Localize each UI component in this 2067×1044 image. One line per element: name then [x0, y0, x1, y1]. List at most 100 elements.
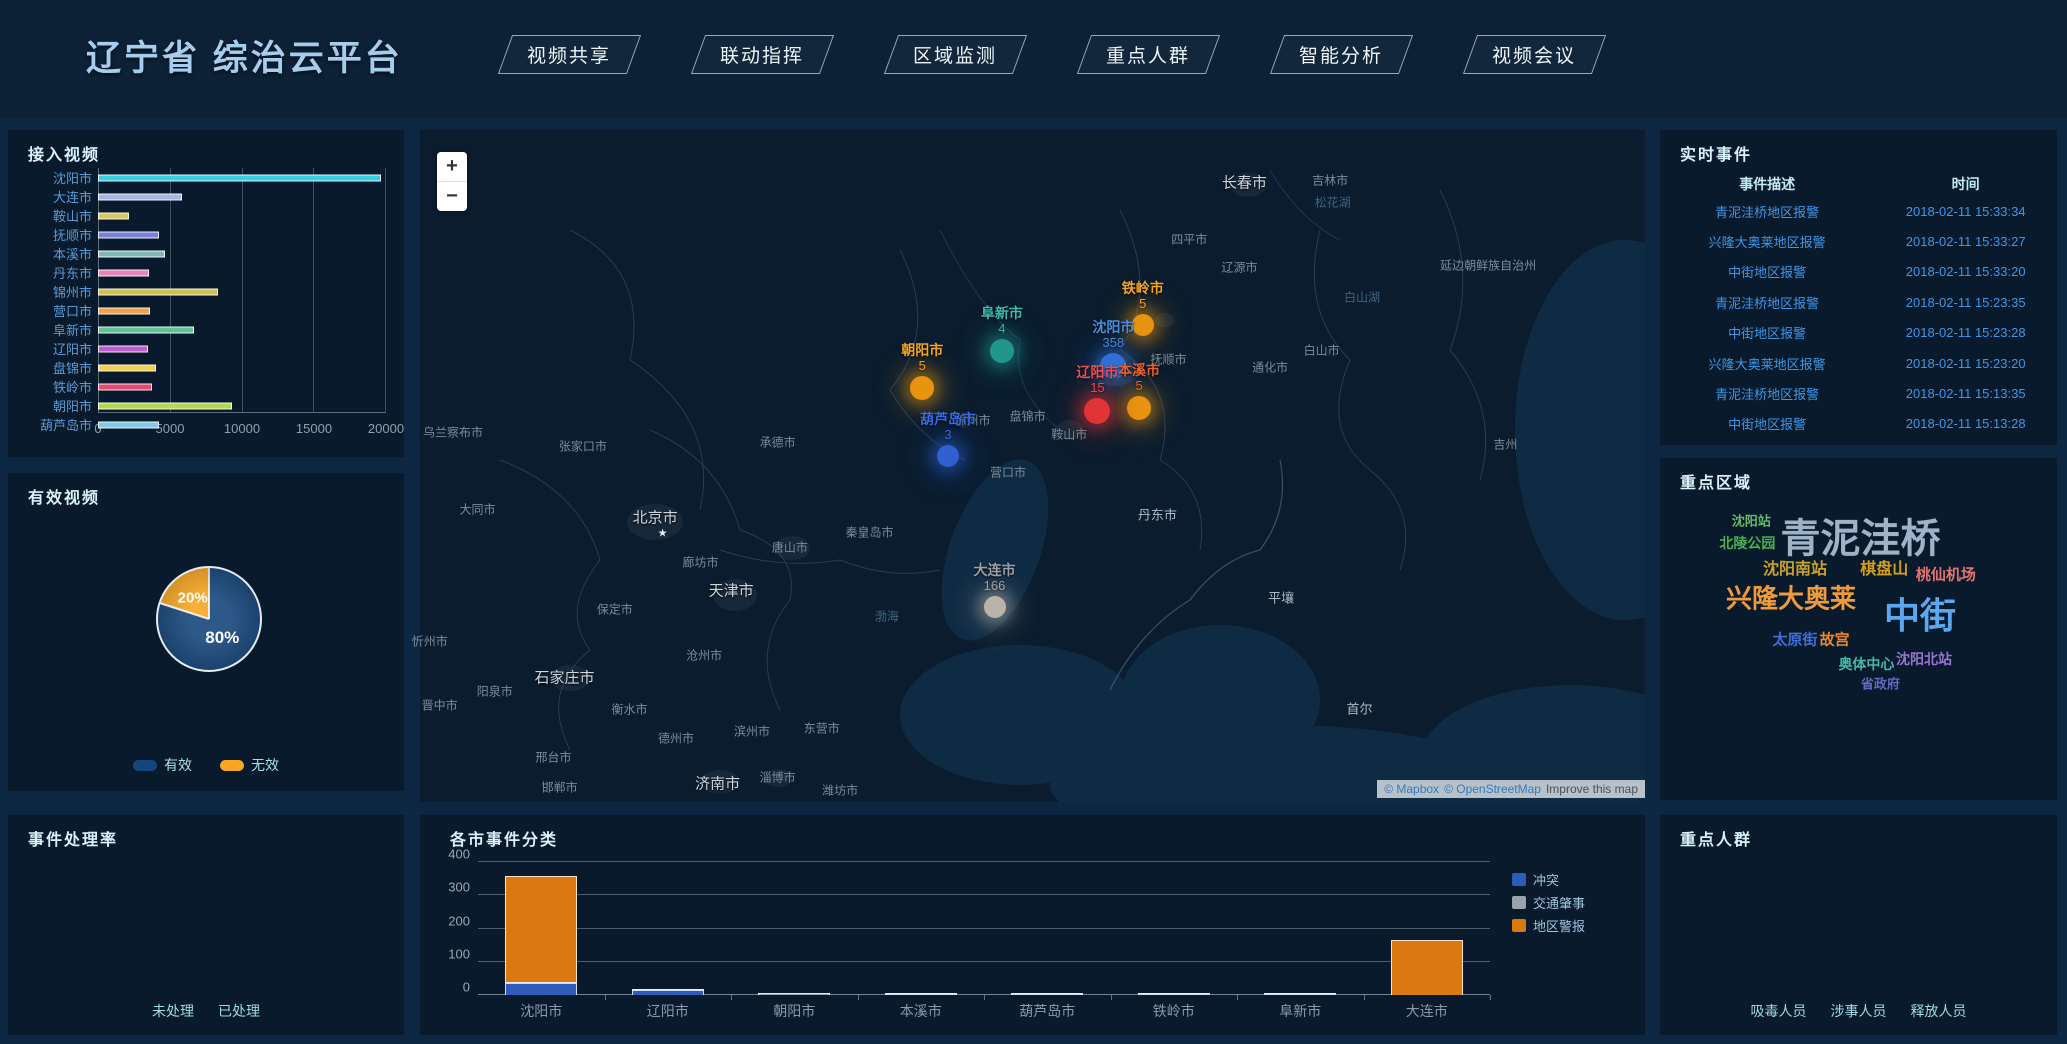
realtime-event-row: 兴隆大奥莱地区报警2018-02-11 15:23:20: [1660, 348, 2057, 378]
nav-button-label: 视频会议: [1492, 41, 1576, 68]
city-events-xtick: [1237, 995, 1238, 1000]
valid-video-title: 有效视频: [28, 484, 100, 508]
city-events-segment-交通肇事: [758, 993, 830, 995]
marker-city-name: 沈阳市: [1043, 320, 1183, 335]
city-events-segment-地区警报: [1391, 940, 1463, 995]
access-chart: 沈阳市大连市鞍山市抚顺市本溪市丹东市锦州市营口市阜新市辽阳市盘锦市铁岭市朝阳市葫…: [28, 168, 386, 413]
access-chart-bar: [98, 364, 156, 371]
key-area-word[interactable]: 沈阳南站: [1763, 555, 1827, 579]
map[interactable]: 乌兰察布市张家口市承德市大同市北京市★廊坊市唐山市秦皇岛市天津市保定市沧州市忻州…: [420, 130, 1645, 800]
realtime-event-row: 兴隆大奥莱地区报警2018-02-11 15:33:27: [1660, 226, 2057, 256]
access-chart-track: [98, 263, 386, 282]
nav-button-joint-command[interactable]: 联动指挥: [691, 35, 834, 74]
access-chart-row: 沈阳市: [28, 168, 386, 187]
key-area-word[interactable]: 奥体中心: [1838, 654, 1894, 674]
access-chart-city-label: 锦州市: [28, 282, 98, 301]
realtime-event-row: 青泥洼桥地区报警2018-02-11 15:33:34: [1660, 196, 2057, 226]
legend-label-涉事人员[interactable]: 涉事人员: [1831, 1001, 1887, 1021]
event-description[interactable]: 青泥洼桥地区报警: [1660, 384, 1874, 403]
legend-label: 无效: [251, 755, 279, 775]
access-chart-bar: [98, 250, 165, 257]
key-area-word[interactable]: 太原街: [1772, 628, 1817, 649]
legend-item-地区警报[interactable]: 地区警报: [1512, 916, 1585, 935]
city-events-bar: [632, 989, 704, 995]
nav-button-smart-analysis[interactable]: 智能分析: [1270, 35, 1413, 74]
legend-item-无效[interactable]: 无效: [220, 755, 279, 775]
event-time: 2018-02-11 15:13:28: [1874, 416, 2057, 431]
map-place-label: 鞍山市: [1051, 425, 1087, 442]
city-events-bar: [885, 993, 957, 995]
event-description[interactable]: 中街地区报警: [1660, 323, 1874, 342]
realtime-events-title: 实时事件: [1680, 141, 1752, 165]
capital-star-icon: ★: [658, 527, 668, 540]
city-events-category-label: 大连市: [1406, 1001, 1448, 1021]
key-area-word[interactable]: 兴隆大奥莱: [1726, 578, 1856, 615]
key-areas-cloud: 沈阳站北陵公园青泥洼桥沈阳南站棋盘山桃仙机场兴隆大奥莱中街太原街故宫奥体中心沈阳…: [1660, 458, 2057, 800]
access-chart-row: 铁岭市: [28, 377, 386, 396]
map-place-label: 白山湖: [1344, 288, 1380, 305]
key-area-word[interactable]: 沈阳北站: [1896, 649, 1952, 669]
key-area-word[interactable]: 中街: [1884, 587, 1956, 639]
map-place-label: 长春市: [1222, 172, 1267, 193]
key-area-word[interactable]: 棋盘山: [1860, 555, 1908, 579]
zoom-out-button[interactable]: −: [437, 182, 467, 211]
access-chart-row: 营口市: [28, 301, 386, 320]
nav-button-key-groups[interactable]: 重点人群: [1077, 35, 1220, 74]
legend-item-交通肇事[interactable]: 交通肇事: [1512, 893, 1585, 912]
key-area-word[interactable]: 省政府: [1861, 673, 1900, 692]
marker-info: 朝阳市5: [852, 343, 992, 373]
legend-item-冲突[interactable]: 冲突: [1512, 870, 1585, 889]
realtime-event-row: 青泥洼桥地区报警2018-02-11 15:13:35: [1660, 378, 2057, 408]
nav-button-video-conference[interactable]: 视频会议: [1463, 35, 1606, 74]
access-chart-track: [98, 415, 386, 434]
city-events-ytick: 100: [448, 946, 470, 961]
event-description[interactable]: 兴隆大奥莱地区报警: [1660, 354, 1874, 373]
event-time: 2018-02-11 15:33:27: [1874, 234, 2057, 249]
access-chart-bar: [98, 326, 194, 333]
event-time: 2018-02-11 15:23:35: [1874, 295, 2057, 310]
key-area-word[interactable]: 北陵公园: [1719, 533, 1775, 553]
attribution-link[interactable]: © OpenStreetMap: [1444, 782, 1541, 796]
nav-button-area-monitor[interactable]: 区域监测: [884, 35, 1027, 74]
legend-swatch: [220, 760, 244, 771]
attribution-link[interactable]: © Mapbox: [1384, 782, 1439, 796]
panel-city-events: 各市事件分类 0100200300400 沈阳市辽阳市朝阳市本溪市葫芦岛市铁岭市…: [420, 815, 1645, 1035]
legend-label-释放人员[interactable]: 释放人员: [1911, 1001, 1967, 1021]
event-description[interactable]: 中街地区报警: [1660, 414, 1874, 433]
key-area-word[interactable]: 沈阳站: [1732, 510, 1771, 529]
access-chart-city-label: 营口市: [28, 301, 98, 320]
valid-video-pie: 20% 80%: [156, 566, 262, 672]
city-events-category-label: 辽阳市: [647, 1001, 689, 1021]
access-chart-track: [98, 225, 386, 244]
key-area-word[interactable]: 故宫: [1820, 628, 1850, 649]
event-time: 2018-02-11 15:33:34: [1874, 204, 2057, 219]
access-chart-city-label: 本溪市: [28, 244, 98, 263]
city-events-segment-冲突: [885, 994, 957, 995]
city-events-bar: [1138, 993, 1210, 995]
access-chart-track: [98, 244, 386, 263]
event-description[interactable]: 青泥洼桥地区报警: [1660, 293, 1874, 312]
access-chart-city-label: 阜新市: [28, 320, 98, 339]
event-description[interactable]: 青泥洼桥地区报警: [1660, 202, 1874, 221]
legend-item-有效[interactable]: 有效: [133, 755, 192, 775]
legend-label-吸毒人员[interactable]: 吸毒人员: [1751, 1001, 1807, 1021]
event-description[interactable]: 兴隆大奥莱地区报警: [1660, 232, 1874, 251]
key-groups-title: 重点人群: [1680, 826, 1752, 850]
city-events-category-label: 朝阳市: [773, 1001, 815, 1021]
city-events-xtick: [858, 995, 859, 1000]
legend-label: 冲突: [1533, 870, 1559, 889]
nav-button-video-share[interactable]: 视频共享: [498, 35, 641, 74]
marker-city-name: 大连市: [925, 563, 1065, 578]
city-events-gridline: [478, 961, 1490, 962]
event-rate-legend: 未处理 已处理: [8, 1001, 404, 1021]
map-place-label: 辽源市: [1222, 258, 1258, 275]
zoom-in-button[interactable]: +: [437, 152, 467, 181]
legend-label-未处理[interactable]: 未处理: [152, 1001, 194, 1021]
map-place-label: 吉州: [1493, 435, 1517, 452]
city-events-bar: [758, 993, 830, 995]
key-areas-title: 重点区域: [1680, 469, 1752, 493]
legend-label-已处理[interactable]: 已处理: [218, 1001, 260, 1021]
event-description[interactable]: 中街地区报警: [1660, 262, 1874, 281]
map-place-label: 滨州市: [734, 722, 770, 739]
key-area-word[interactable]: 桃仙机场: [1916, 564, 1976, 585]
